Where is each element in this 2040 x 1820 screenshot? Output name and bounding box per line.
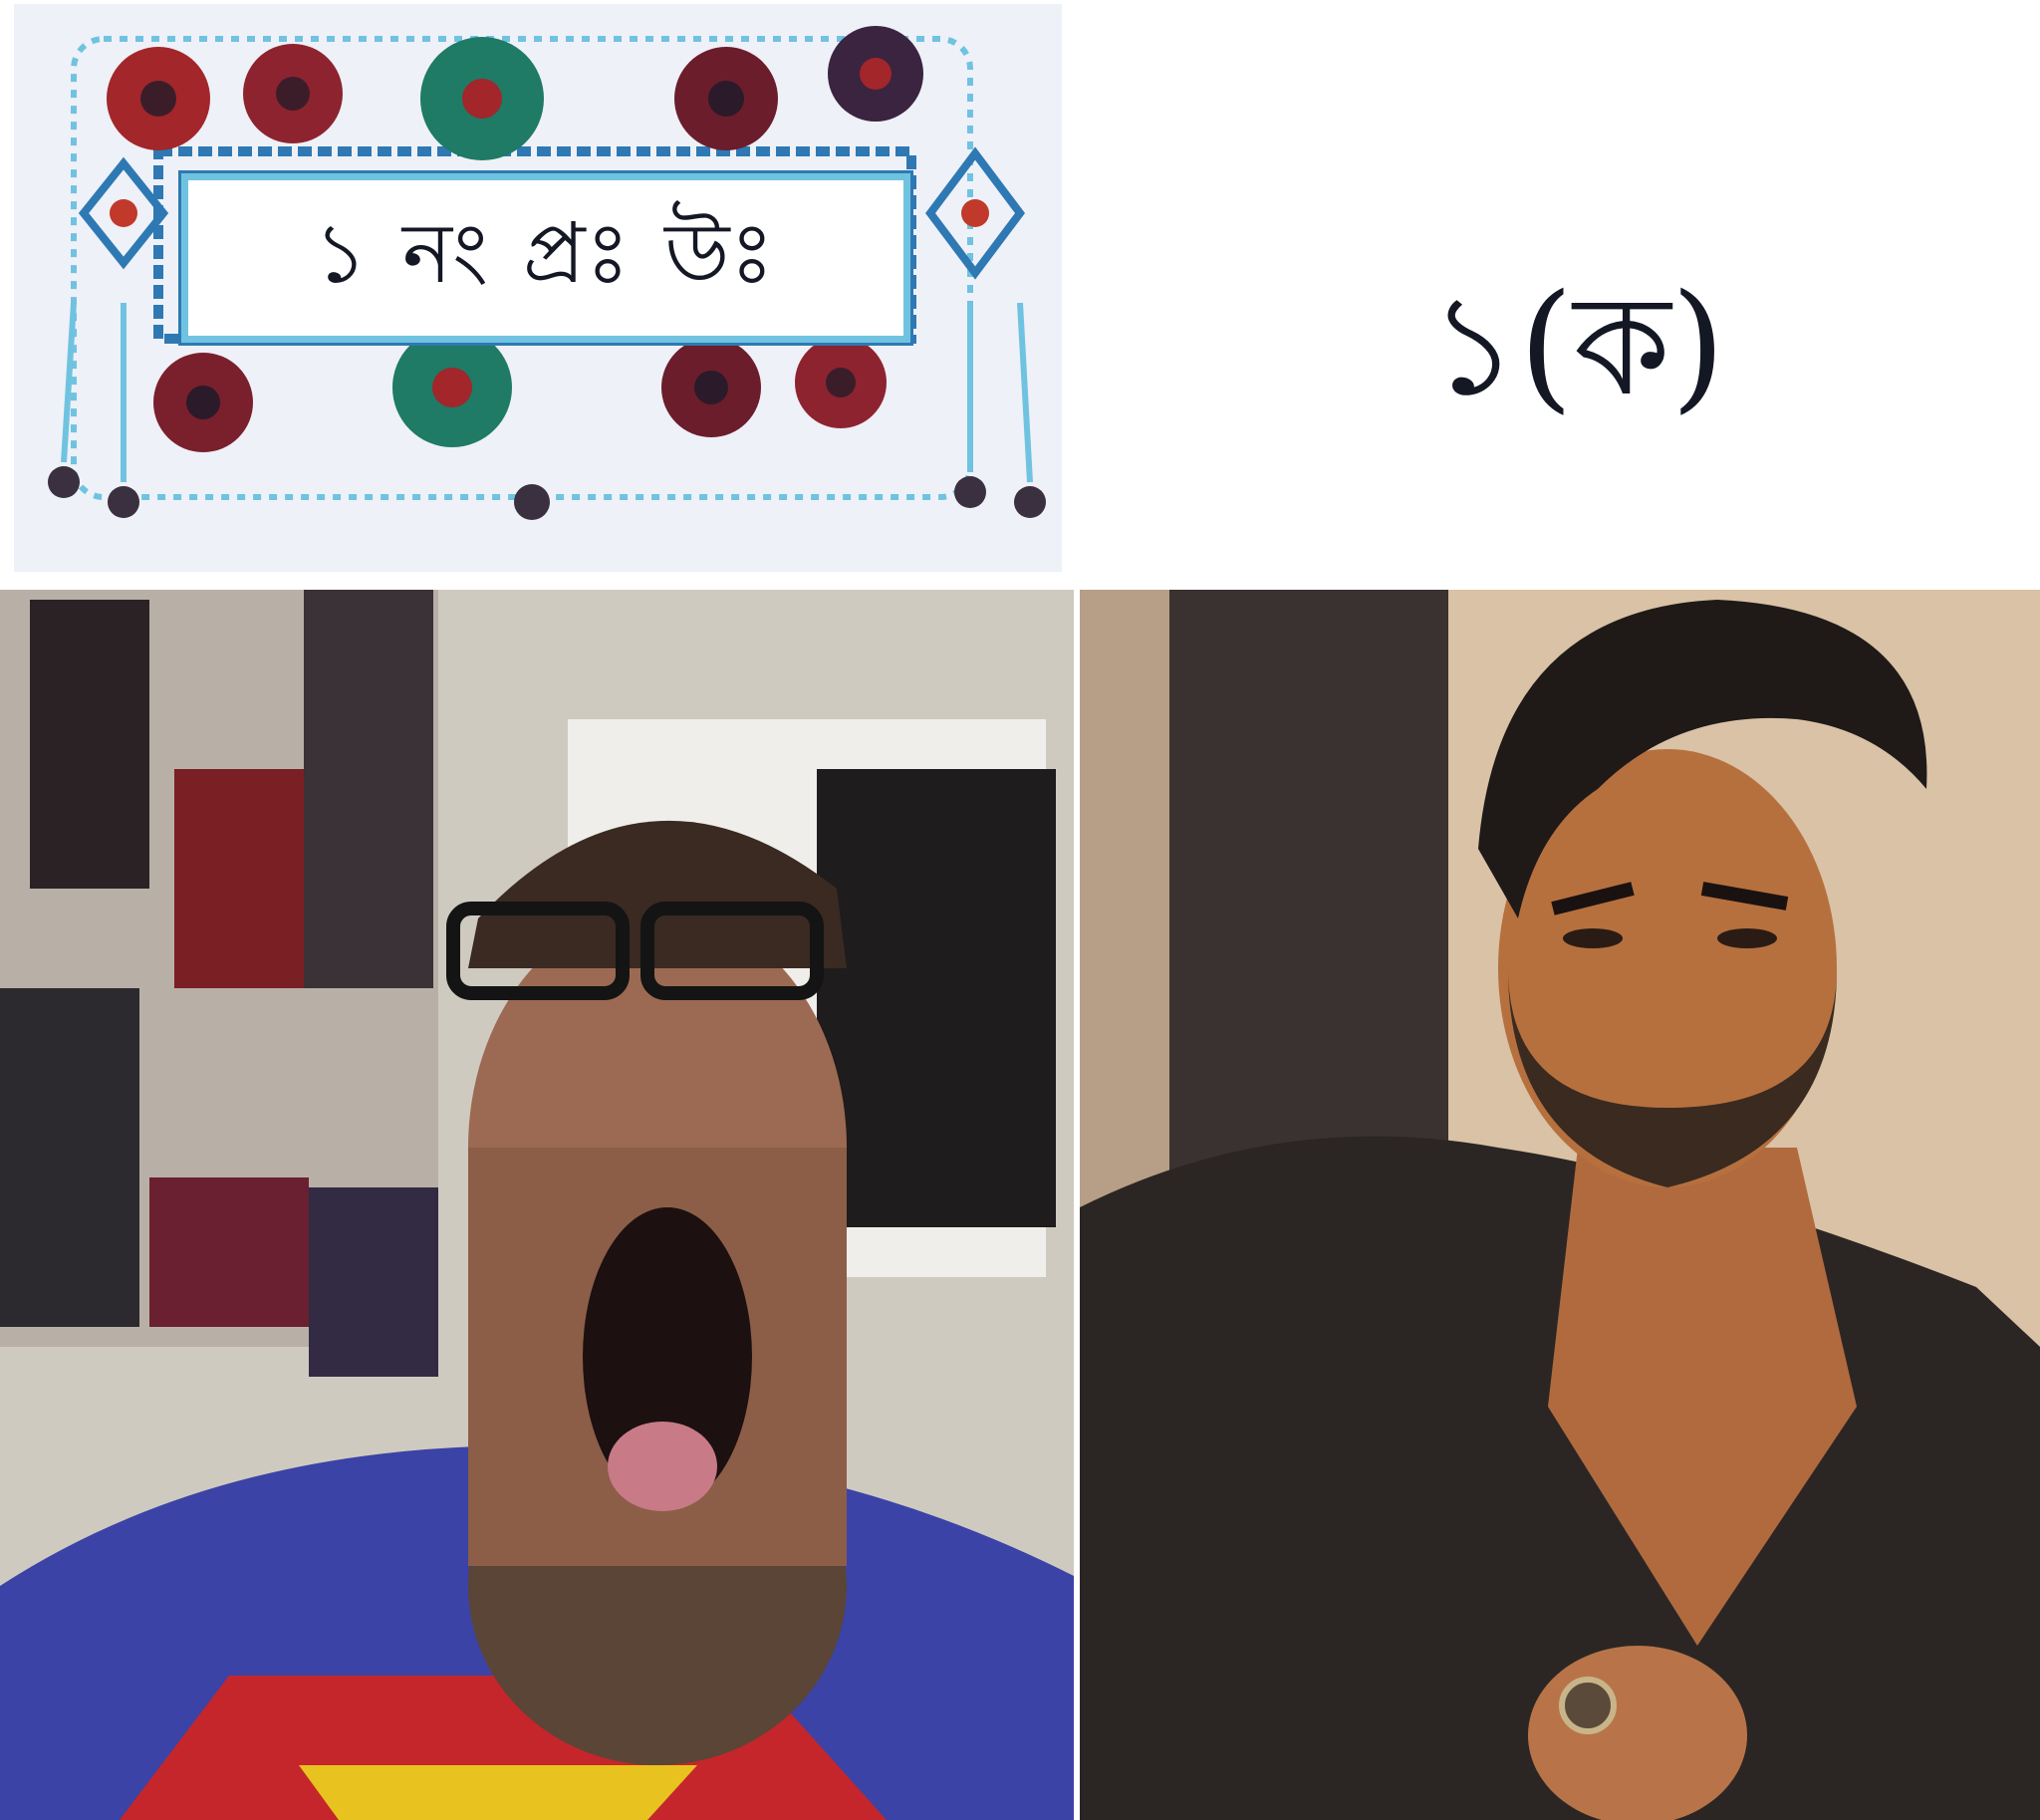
groomed-man-photo <box>1080 590 2040 1820</box>
label-box: ১ নং প্রঃ উঃ <box>181 173 910 343</box>
poster <box>30 600 149 889</box>
decorative-flower <box>828 26 923 122</box>
poster <box>309 1187 438 1377</box>
decorated-card: ১ নং প্রঃ উঃ <box>14 4 1062 572</box>
poster <box>149 1177 309 1327</box>
poster <box>0 988 139 1327</box>
decorative-flower <box>674 47 778 150</box>
decorative-flower <box>153 353 253 452</box>
decorative-flower <box>661 338 761 437</box>
decorative-flower <box>107 47 210 150</box>
plain-text-panel: ১(ক) <box>1070 0 2040 581</box>
handwritten-subtitle: ১(ক) <box>1428 265 1726 427</box>
poster <box>174 769 304 988</box>
decorative-flower <box>392 328 512 447</box>
handwritten-label: ১ নং প্রঃ উঃ <box>313 203 779 302</box>
screaming-man-photo <box>0 590 1074 1820</box>
decorative-flower <box>420 37 544 160</box>
decorative-flower <box>795 337 887 428</box>
hand <box>1528 1646 1747 1820</box>
decorative-flower <box>243 44 343 143</box>
decorated-card-panel: ১ নং প্রঃ উঃ <box>0 0 1066 581</box>
poster <box>304 590 433 988</box>
ring <box>1559 1677 1617 1734</box>
